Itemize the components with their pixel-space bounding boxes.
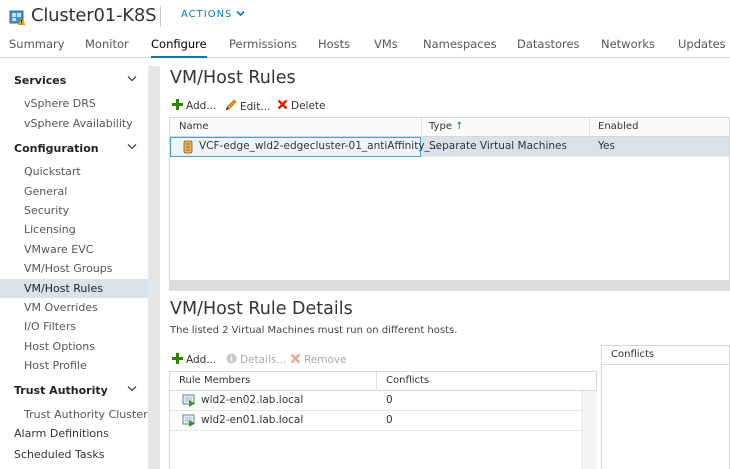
column-separator[interactable] bbox=[376, 372, 377, 391]
tab-datastores[interactable]: Datastores bbox=[517, 37, 580, 58]
sidebar-scrollbar[interactable] bbox=[148, 66, 160, 469]
sidebar-section-configuration[interactable]: Configuration bbox=[14, 142, 99, 155]
rules-title: VM/Host Rules bbox=[170, 68, 296, 88]
pencil-icon bbox=[225, 99, 237, 114]
sidebar-item-scheduled-tasks[interactable]: Scheduled Tasks bbox=[14, 448, 105, 461]
column-separator[interactable] bbox=[421, 118, 422, 137]
main-content: VM/Host Rules Add... Edit... Delete Name… bbox=[160, 58, 730, 469]
chevron-down-icon[interactable] bbox=[127, 384, 137, 395]
sidebar-item-general[interactable]: General bbox=[24, 182, 148, 201]
conflicts-panel-header: Conflicts bbox=[602, 346, 729, 365]
add-rule-label: Add... bbox=[186, 100, 217, 112]
column-header-name[interactable]: Name bbox=[179, 121, 209, 132]
rule-member-name[interactable]: wld2-en01.lab.local bbox=[201, 414, 303, 426]
column-header-conflicts[interactable]: Conflicts bbox=[386, 375, 429, 386]
add-member-button[interactable]: Add... bbox=[172, 353, 216, 367]
sidebar-section-trust-authority[interactable]: Trust Authority bbox=[14, 384, 108, 397]
sidebar-item-vm-host-rules[interactable]: VM/Host Rules bbox=[0, 279, 148, 298]
column-header-enabled[interactable]: Enabled bbox=[598, 121, 638, 132]
rule-enabled: Yes bbox=[598, 140, 615, 152]
page-title: Cluster01-K8S bbox=[31, 5, 157, 26]
sidebar-item-alarm-definitions[interactable]: Alarm Definitions bbox=[14, 427, 109, 440]
rule-members-grid: Rule Members Conflicts wld2-en02.lab.loc… bbox=[169, 371, 597, 469]
delete-rule-button[interactable]: Delete bbox=[277, 99, 326, 113]
delete-rule-label: Delete bbox=[291, 100, 326, 112]
sidebar-item-vsphere-drs[interactable]: vSphere DRS bbox=[24, 94, 148, 113]
sidebar-item-licensing[interactable]: Licensing bbox=[24, 220, 148, 239]
vm-icon bbox=[182, 414, 196, 430]
tab-hosts[interactable]: Hosts bbox=[318, 37, 350, 58]
sidebar-item-vmware-evc[interactable]: VMware EVC bbox=[24, 240, 148, 259]
details-button[interactable]: Details... bbox=[226, 353, 286, 367]
tab-vms[interactable]: VMs bbox=[374, 37, 398, 58]
details-label: Details... bbox=[240, 354, 287, 366]
column-header-type-label: Type bbox=[429, 121, 452, 132]
rules-grid-scrollbar[interactable] bbox=[169, 280, 730, 291]
table-row[interactable]: wld2-en01.lab.local 0 bbox=[170, 411, 582, 431]
tab-updates[interactable]: Updates bbox=[678, 37, 726, 58]
tab-bar: Summary Monitor Configure Permissions Ho… bbox=[0, 34, 730, 58]
actions-label: ACTIONS bbox=[181, 9, 233, 20]
add-member-label: Add... bbox=[186, 354, 217, 366]
cluster-warning-icon bbox=[9, 9, 26, 26]
rule-member-name[interactable]: wld2-en02.lab.local bbox=[201, 394, 303, 406]
rule-scroll-icon bbox=[182, 140, 194, 157]
sidebar-item-host-options[interactable]: Host Options bbox=[24, 337, 148, 356]
sidebar-item-quickstart[interactable]: Quickstart bbox=[24, 162, 148, 181]
object-header: Cluster01-K8S ACTIONS bbox=[0, 0, 730, 34]
sort-ascending-icon: ↑ bbox=[455, 121, 464, 132]
column-header-type[interactable]: Type ↑ bbox=[429, 121, 464, 132]
rule-members-grid-header: Rule Members Conflicts bbox=[170, 372, 596, 391]
table-row[interactable]: wld2-en02.lab.local 0 bbox=[170, 391, 582, 411]
tab-configure[interactable]: Configure bbox=[151, 37, 207, 58]
rule-name: VCF-edge_wld2-edgecluster-01_antiAffinit… bbox=[199, 140, 440, 152]
edit-rule-label: Edit... bbox=[240, 100, 271, 113]
rule-members-scrollbar[interactable] bbox=[582, 391, 597, 469]
chevron-down-icon[interactable] bbox=[127, 74, 137, 85]
sidebar-item-trust-authority-cluster[interactable]: Trust Authority Cluster bbox=[24, 405, 148, 424]
rule-type: Separate Virtual Machines bbox=[429, 140, 567, 152]
actions-menu-button[interactable]: ACTIONS bbox=[181, 9, 245, 20]
rules-grid: Name Type ↑ Enabled VCF-edge_wld2-edgecl… bbox=[169, 117, 730, 281]
rule-member-conflicts: 0 bbox=[386, 414, 393, 426]
rules-grid-header: Name Type ↑ Enabled bbox=[170, 118, 729, 137]
sidebar-item-vm-overrides[interactable]: VM Overrides bbox=[24, 298, 148, 317]
vm-icon bbox=[182, 394, 196, 410]
info-icon bbox=[226, 353, 237, 367]
sidebar-item-vm-host-groups[interactable]: VM/Host Groups bbox=[24, 259, 148, 278]
table-row[interactable]: VCF-edge_wld2-edgecluster-01_antiAffinit… bbox=[170, 137, 729, 157]
remove-member-button[interactable]: Remove bbox=[290, 353, 347, 367]
chevron-down-icon[interactable] bbox=[127, 142, 137, 153]
delete-x-icon bbox=[277, 99, 288, 113]
rule-details-description: The listed 2 Virtual Machines must run o… bbox=[170, 325, 458, 336]
configure-sidebar: Services vSphere DRS vSphere Availabilit… bbox=[0, 58, 148, 469]
remove-member-label: Remove bbox=[304, 354, 347, 366]
header-divider bbox=[160, 6, 161, 27]
sidebar-section-services[interactable]: Services bbox=[14, 74, 66, 87]
add-icon bbox=[172, 99, 183, 113]
tab-monitor[interactable]: Monitor bbox=[85, 37, 129, 58]
conflicts-panel: Conflicts bbox=[601, 345, 730, 469]
chevron-down-icon bbox=[236, 9, 245, 20]
add-rule-button[interactable]: Add... bbox=[172, 99, 216, 113]
tab-summary[interactable]: Summary bbox=[9, 37, 65, 58]
column-separator[interactable] bbox=[589, 118, 590, 137]
remove-x-icon bbox=[290, 353, 301, 367]
tab-namespaces[interactable]: Namespaces bbox=[423, 37, 497, 58]
conflicts-panel-title: Conflicts bbox=[611, 349, 655, 360]
sidebar-item-io-filters[interactable]: I/O Filters bbox=[24, 317, 148, 336]
tab-permissions[interactable]: Permissions bbox=[229, 37, 297, 58]
tab-networks[interactable]: Networks bbox=[601, 37, 655, 58]
sidebar-item-security[interactable]: Security bbox=[24, 201, 148, 220]
sidebar-item-vsphere-availability[interactable]: vSphere Availability bbox=[24, 114, 148, 133]
edit-rule-button[interactable]: Edit... bbox=[225, 99, 270, 114]
add-icon bbox=[172, 353, 183, 367]
column-header-rule-members[interactable]: Rule Members bbox=[179, 375, 250, 386]
rule-member-conflicts: 0 bbox=[386, 394, 393, 406]
sidebar-item-host-profile[interactable]: Host Profile bbox=[24, 356, 148, 375]
rule-details-title: VM/Host Rule Details bbox=[170, 299, 353, 319]
